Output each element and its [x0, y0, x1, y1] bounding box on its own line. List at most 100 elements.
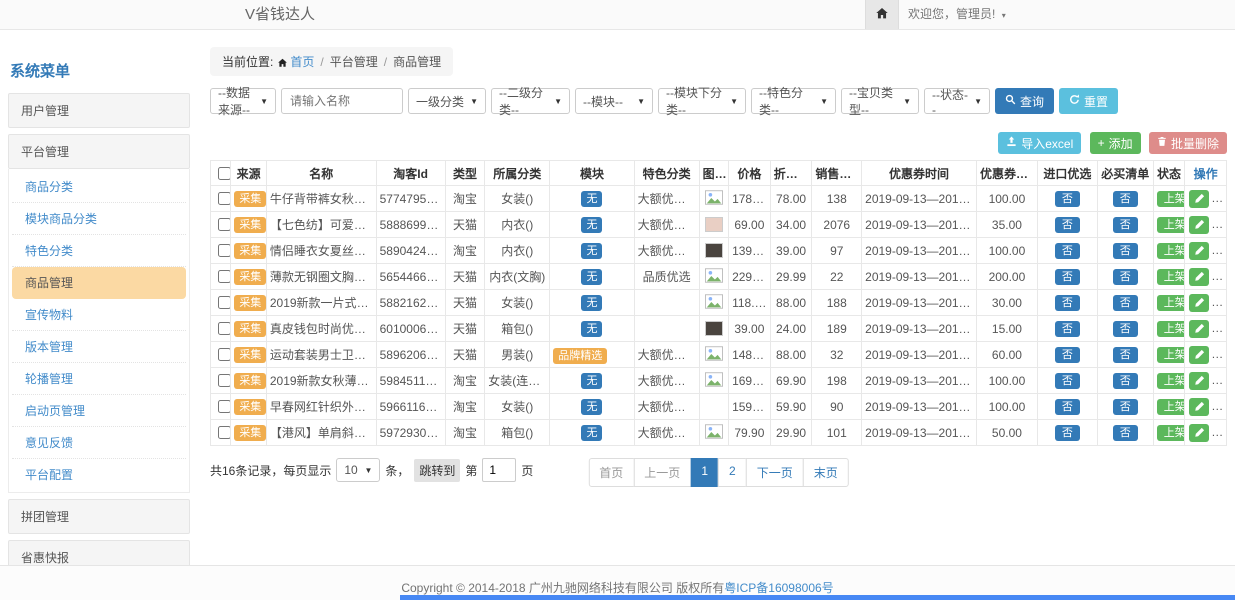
sidebar-item-2[interactable]: 拼团管理 [8, 499, 190, 534]
edit-button[interactable] [1189, 346, 1209, 364]
sidebar-subitem[interactable]: 意见反馈 [12, 427, 186, 459]
must-buy-toggle[interactable]: 否 [1113, 347, 1138, 363]
status-toggle[interactable]: 上架 [1157, 399, 1185, 415]
status-toggle[interactable]: 上架 [1157, 425, 1185, 441]
import-choice-toggle[interactable]: 否 [1055, 399, 1080, 415]
discount-price-cell: 88.00 [770, 290, 812, 316]
must-buy-toggle[interactable]: 否 [1113, 295, 1138, 311]
status-toggle[interactable]: 上架 [1157, 191, 1185, 207]
import-choice-toggle[interactable]: 否 [1055, 295, 1080, 311]
column-header: 价格 [729, 161, 771, 186]
pager-page-2[interactable]: 2 [718, 458, 747, 487]
row-checkbox[interactable] [218, 322, 231, 335]
pager-page-1[interactable]: 1 [690, 458, 719, 487]
icon-cell [699, 186, 728, 212]
row-checkbox[interactable] [218, 218, 231, 231]
filter-module[interactable]: --模块--▼ [575, 88, 653, 114]
sales-cell: 138 [812, 186, 862, 212]
edit-button[interactable] [1189, 216, 1209, 234]
pager-next[interactable]: 下一页 [746, 458, 804, 487]
must-buy-toggle[interactable]: 否 [1113, 269, 1138, 285]
select-all-checkbox[interactable] [218, 167, 231, 180]
sidebar-subitem[interactable]: 宣传物料 [12, 299, 186, 331]
sidebar-subitem[interactable]: 商品管理 [12, 267, 186, 299]
edit-button[interactable] [1189, 190, 1209, 208]
row-checkbox[interactable] [218, 400, 231, 413]
import-choice-toggle[interactable]: 否 [1055, 217, 1080, 233]
reset-button[interactable]: 重置 [1059, 88, 1118, 114]
row-checkbox[interactable] [218, 296, 231, 309]
sidebar-subitem[interactable]: 轮播管理 [12, 363, 186, 395]
import-choice-toggle[interactable]: 否 [1055, 321, 1080, 337]
sidebar-item-1[interactable]: 平台管理 [8, 134, 190, 169]
filter-data-source[interactable]: --数据来源--▼ [210, 88, 276, 114]
import-choice-toggle[interactable]: 否 [1055, 269, 1080, 285]
edit-button[interactable] [1189, 242, 1209, 260]
edit-button[interactable] [1189, 398, 1209, 416]
home-button[interactable] [865, 0, 899, 29]
filter-category-2[interactable]: --二级分类--▼ [491, 88, 570, 114]
pager-last[interactable]: 末页 [803, 458, 849, 487]
import-choice-toggle[interactable]: 否 [1055, 191, 1080, 207]
edit-button[interactable] [1189, 294, 1209, 312]
sidebar-subitem[interactable]: 启动页管理 [12, 395, 186, 427]
batch-delete-button[interactable]: 批量删除 [1149, 132, 1227, 154]
page-jump-input[interactable] [482, 458, 516, 482]
must-buy-toggle[interactable]: 否 [1113, 425, 1138, 441]
status-toggle[interactable]: 上架 [1157, 347, 1185, 363]
edit-button[interactable] [1189, 268, 1209, 286]
import-choice-toggle[interactable]: 否 [1055, 373, 1080, 389]
breadcrumb-item[interactable]: 首页 [290, 55, 314, 69]
sidebar-subitem[interactable]: 模块商品分类 [12, 203, 186, 235]
feature-cell [634, 316, 699, 342]
filter-module-sub[interactable]: --模块下分类--▼ [658, 88, 746, 114]
page-size-select[interactable]: 10▼ [336, 458, 380, 482]
filter-category-1[interactable]: 一级分类▼ [408, 88, 486, 114]
row-checkbox[interactable] [218, 374, 231, 387]
icp-link[interactable]: 粤ICP备16098006号 [724, 581, 833, 595]
sidebar-item-0[interactable]: 用户管理 [8, 93, 190, 128]
row-checkbox[interactable] [218, 348, 231, 361]
pager-prev[interactable]: 上一页 [633, 458, 691, 487]
row-checkbox[interactable] [218, 244, 231, 257]
must-buy-toggle-cell: 否 [1097, 420, 1153, 446]
status-toggle[interactable]: 上架 [1157, 373, 1185, 389]
edit-button[interactable] [1189, 372, 1209, 390]
sidebar-subitem[interactable]: 特色分类 [12, 235, 186, 267]
pager-first[interactable]: 首页 [588, 458, 634, 487]
sidebar-subitem[interactable]: 平台配置 [12, 459, 186, 490]
module-badge: 无 [581, 373, 602, 389]
chevron-down-icon: ▼ [637, 97, 645, 106]
must-buy-toggle[interactable]: 否 [1113, 217, 1138, 233]
filter-status[interactable]: --状态--▼ [924, 88, 990, 114]
must-buy-toggle[interactable]: 否 [1113, 243, 1138, 259]
sidebar-subitem[interactable]: 商品分类 [12, 171, 186, 203]
import-choice-toggle[interactable]: 否 [1055, 347, 1080, 363]
search-button[interactable]: 查询 [995, 88, 1054, 114]
jump-button[interactable]: 跳转到 [414, 459, 460, 482]
edit-button[interactable] [1189, 320, 1209, 338]
must-buy-toggle[interactable]: 否 [1113, 399, 1138, 415]
status-toggle[interactable]: 上架 [1157, 321, 1185, 337]
must-buy-toggle[interactable]: 否 [1113, 191, 1138, 207]
status-toggle[interactable]: 上架 [1157, 217, 1185, 233]
user-menu[interactable]: 欢迎您，管理员! ▾ [908, 0, 1006, 30]
name-search-input[interactable] [281, 88, 403, 114]
status-toggle[interactable]: 上架 [1157, 269, 1185, 285]
must-buy-toggle[interactable]: 否 [1113, 373, 1138, 389]
import-choice-toggle[interactable]: 否 [1055, 243, 1080, 259]
import-choice-toggle[interactable]: 否 [1055, 425, 1080, 441]
import-excel-button[interactable]: 导入excel [998, 132, 1081, 154]
filter-item-type[interactable]: --宝贝类型--▼ [841, 88, 919, 114]
sidebar-subitem[interactable]: 版本管理 [12, 331, 186, 363]
add-button[interactable]: + 添加 [1090, 132, 1141, 154]
row-checkbox[interactable] [218, 270, 231, 283]
must-buy-toggle[interactable]: 否 [1113, 321, 1138, 337]
status-toggle[interactable]: 上架 [1157, 243, 1185, 259]
feature-cell: 大额优惠券 [634, 342, 699, 368]
filter-feature[interactable]: --特色分类--▼ [751, 88, 836, 114]
edit-button[interactable] [1189, 424, 1209, 442]
row-checkbox[interactable] [218, 426, 231, 439]
status-toggle[interactable]: 上架 [1157, 295, 1185, 311]
row-checkbox[interactable] [218, 192, 231, 205]
